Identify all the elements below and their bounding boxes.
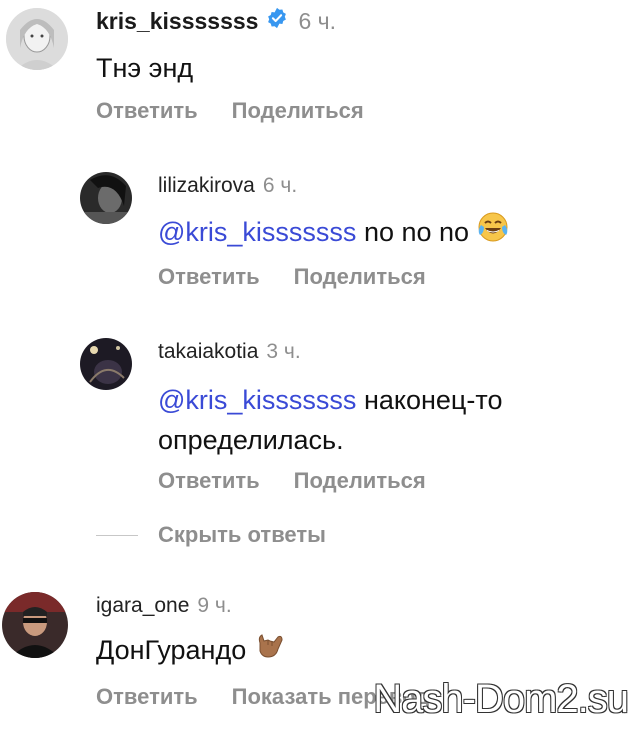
share-button[interactable]: Поделиться bbox=[232, 98, 364, 124]
reply-time: 6 ч. bbox=[262, 174, 298, 197]
username[interactable]: igara_one bbox=[96, 594, 189, 618]
comment-header: kris_kisssssss 6 ч. bbox=[96, 4, 336, 38]
reply-body-line1: наконец-то bbox=[363, 385, 503, 415]
hide-replies-label[interactable]: Скрыть ответы bbox=[158, 522, 326, 548]
reply: lilizakirova 6 ч. @kris_kisssssss no no … bbox=[0, 160, 640, 300]
username[interactable]: takaiakotia bbox=[158, 340, 258, 364]
reply-button[interactable]: Ответить bbox=[96, 98, 198, 124]
reply-button[interactable]: Ответить bbox=[158, 468, 260, 494]
avatar[interactable] bbox=[2, 592, 68, 658]
face-with-tears-of-joy-icon bbox=[477, 211, 509, 256]
reply: takaiakotia 3 ч. @kris_kisssssss наконец… bbox=[0, 330, 640, 510]
reply-header: takaiakotia 3 ч. bbox=[158, 336, 301, 368]
comment-time: 6 ч. bbox=[298, 7, 336, 34]
reply-text: @kris_kisssssss no no no bbox=[158, 210, 509, 256]
verified-badge-icon bbox=[266, 7, 288, 35]
avatar[interactable] bbox=[6, 8, 68, 70]
reply-button[interactable]: Ответить bbox=[96, 684, 198, 710]
avatar[interactable] bbox=[80, 172, 132, 224]
comment-header: igara_one 9 ч. bbox=[96, 590, 232, 622]
reply-text-line2: определилась. bbox=[158, 425, 344, 455]
call-me-hand-icon bbox=[254, 629, 284, 674]
mention-link[interactable]: @kris_kisssssss bbox=[158, 385, 356, 415]
reply-body: no no no bbox=[363, 217, 470, 247]
watermark: Nash-Dom2.su bbox=[373, 677, 629, 721]
username[interactable]: kris_kisssssss bbox=[96, 8, 258, 35]
mention-link[interactable]: @kris_kisssssss bbox=[158, 217, 356, 247]
reply-time: 3 ч. bbox=[266, 340, 301, 363]
comment-time: 9 ч. bbox=[197, 594, 232, 617]
comment-body: ДонГурандо bbox=[96, 635, 247, 665]
comment-text: Тнэ энд bbox=[96, 53, 194, 83]
share-button[interactable]: Поделиться bbox=[294, 468, 426, 494]
avatar[interactable] bbox=[80, 338, 132, 390]
reply-text: @kris_kisssssss наконец-то bbox=[158, 378, 502, 422]
username[interactable]: lilizakirova bbox=[158, 174, 255, 198]
reply-header: lilizakirova 6 ч. bbox=[158, 170, 297, 202]
hide-replies[interactable]: Скрыть ответы bbox=[96, 522, 326, 548]
comment-actions: Ответить Поделиться bbox=[96, 98, 398, 124]
divider bbox=[96, 534, 138, 536]
reply-actions: Ответить Поделиться bbox=[158, 264, 460, 290]
comment-text: ДонГурандо bbox=[96, 628, 284, 674]
reply-button[interactable]: Ответить bbox=[158, 264, 260, 290]
comment: kris_kisssssss 6 ч. Тнэ энд Ответить Под… bbox=[0, 0, 640, 140]
share-button[interactable]: Поделиться bbox=[294, 264, 426, 290]
reply-actions: Ответить Поделиться bbox=[158, 468, 460, 494]
